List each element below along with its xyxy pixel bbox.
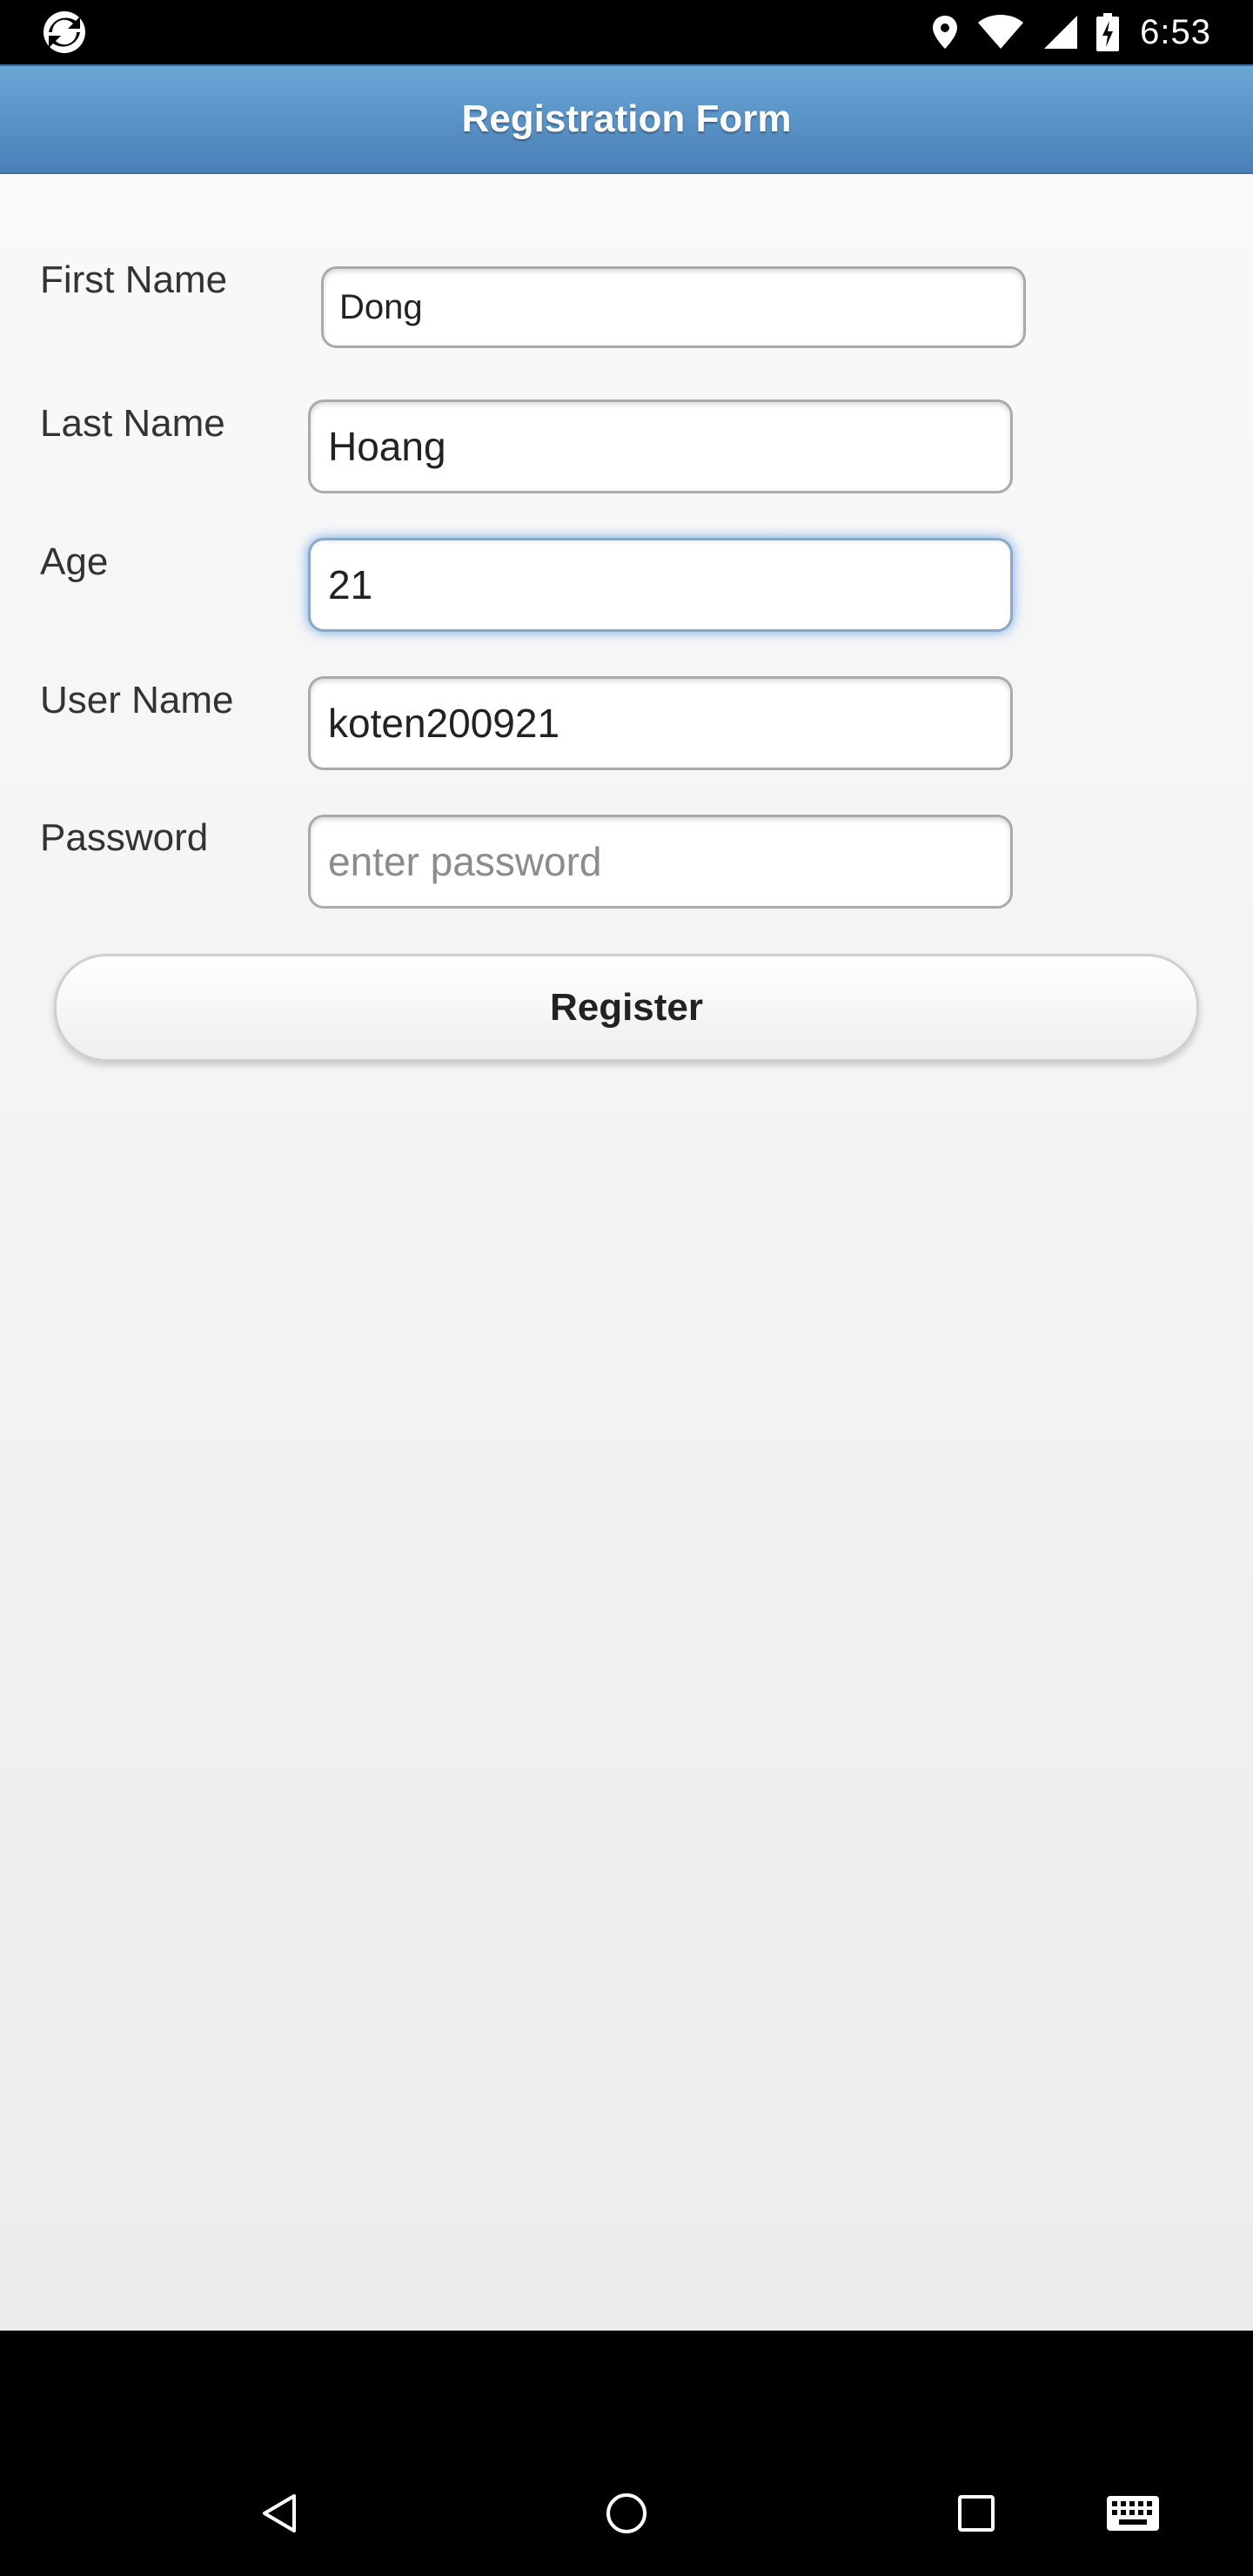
location-icon [933,16,958,49]
user-name-label: User Name [40,679,234,721]
recents-button[interactable] [950,2487,1002,2539]
age-label: Age [40,540,109,583]
register-button[interactable]: Register [54,954,1199,1062]
status-icons: 6:53 [931,0,1211,64]
back-button[interactable] [252,2487,305,2539]
form-content: First Name Last Name Age User Name Passw… [0,174,1253,2331]
user-name-input[interactable] [308,676,1013,770]
back-icon [263,2494,296,2532]
first-name-label: First Name [40,258,228,301]
home-button[interactable] [600,2487,653,2539]
last-name-label: Last Name [40,402,225,445]
battery-charging-icon [1096,13,1120,51]
keyboard-icon [1107,2496,1159,2531]
password-label: Password [40,816,209,859]
status-bar: 6:53 [0,0,1253,64]
home-icon [606,2493,647,2533]
first-name-input[interactable] [321,266,1026,348]
page-title: Registration Form [461,97,792,140]
app-sync-icon [44,11,85,53]
screen: 6:53 Registration Form First Name Last N… [0,0,1253,2576]
last-name-input[interactable] [308,399,1013,493]
age-input[interactable] [308,538,1013,632]
wifi-icon [978,15,1024,49]
app-header: Registration Form [0,64,1253,174]
keyboard-button[interactable] [1105,2491,1161,2536]
status-time: 6:53 [1140,12,1211,51]
recents-icon [958,2495,995,2532]
password-input[interactable] [308,815,1013,909]
signal-icon [1044,16,1078,49]
